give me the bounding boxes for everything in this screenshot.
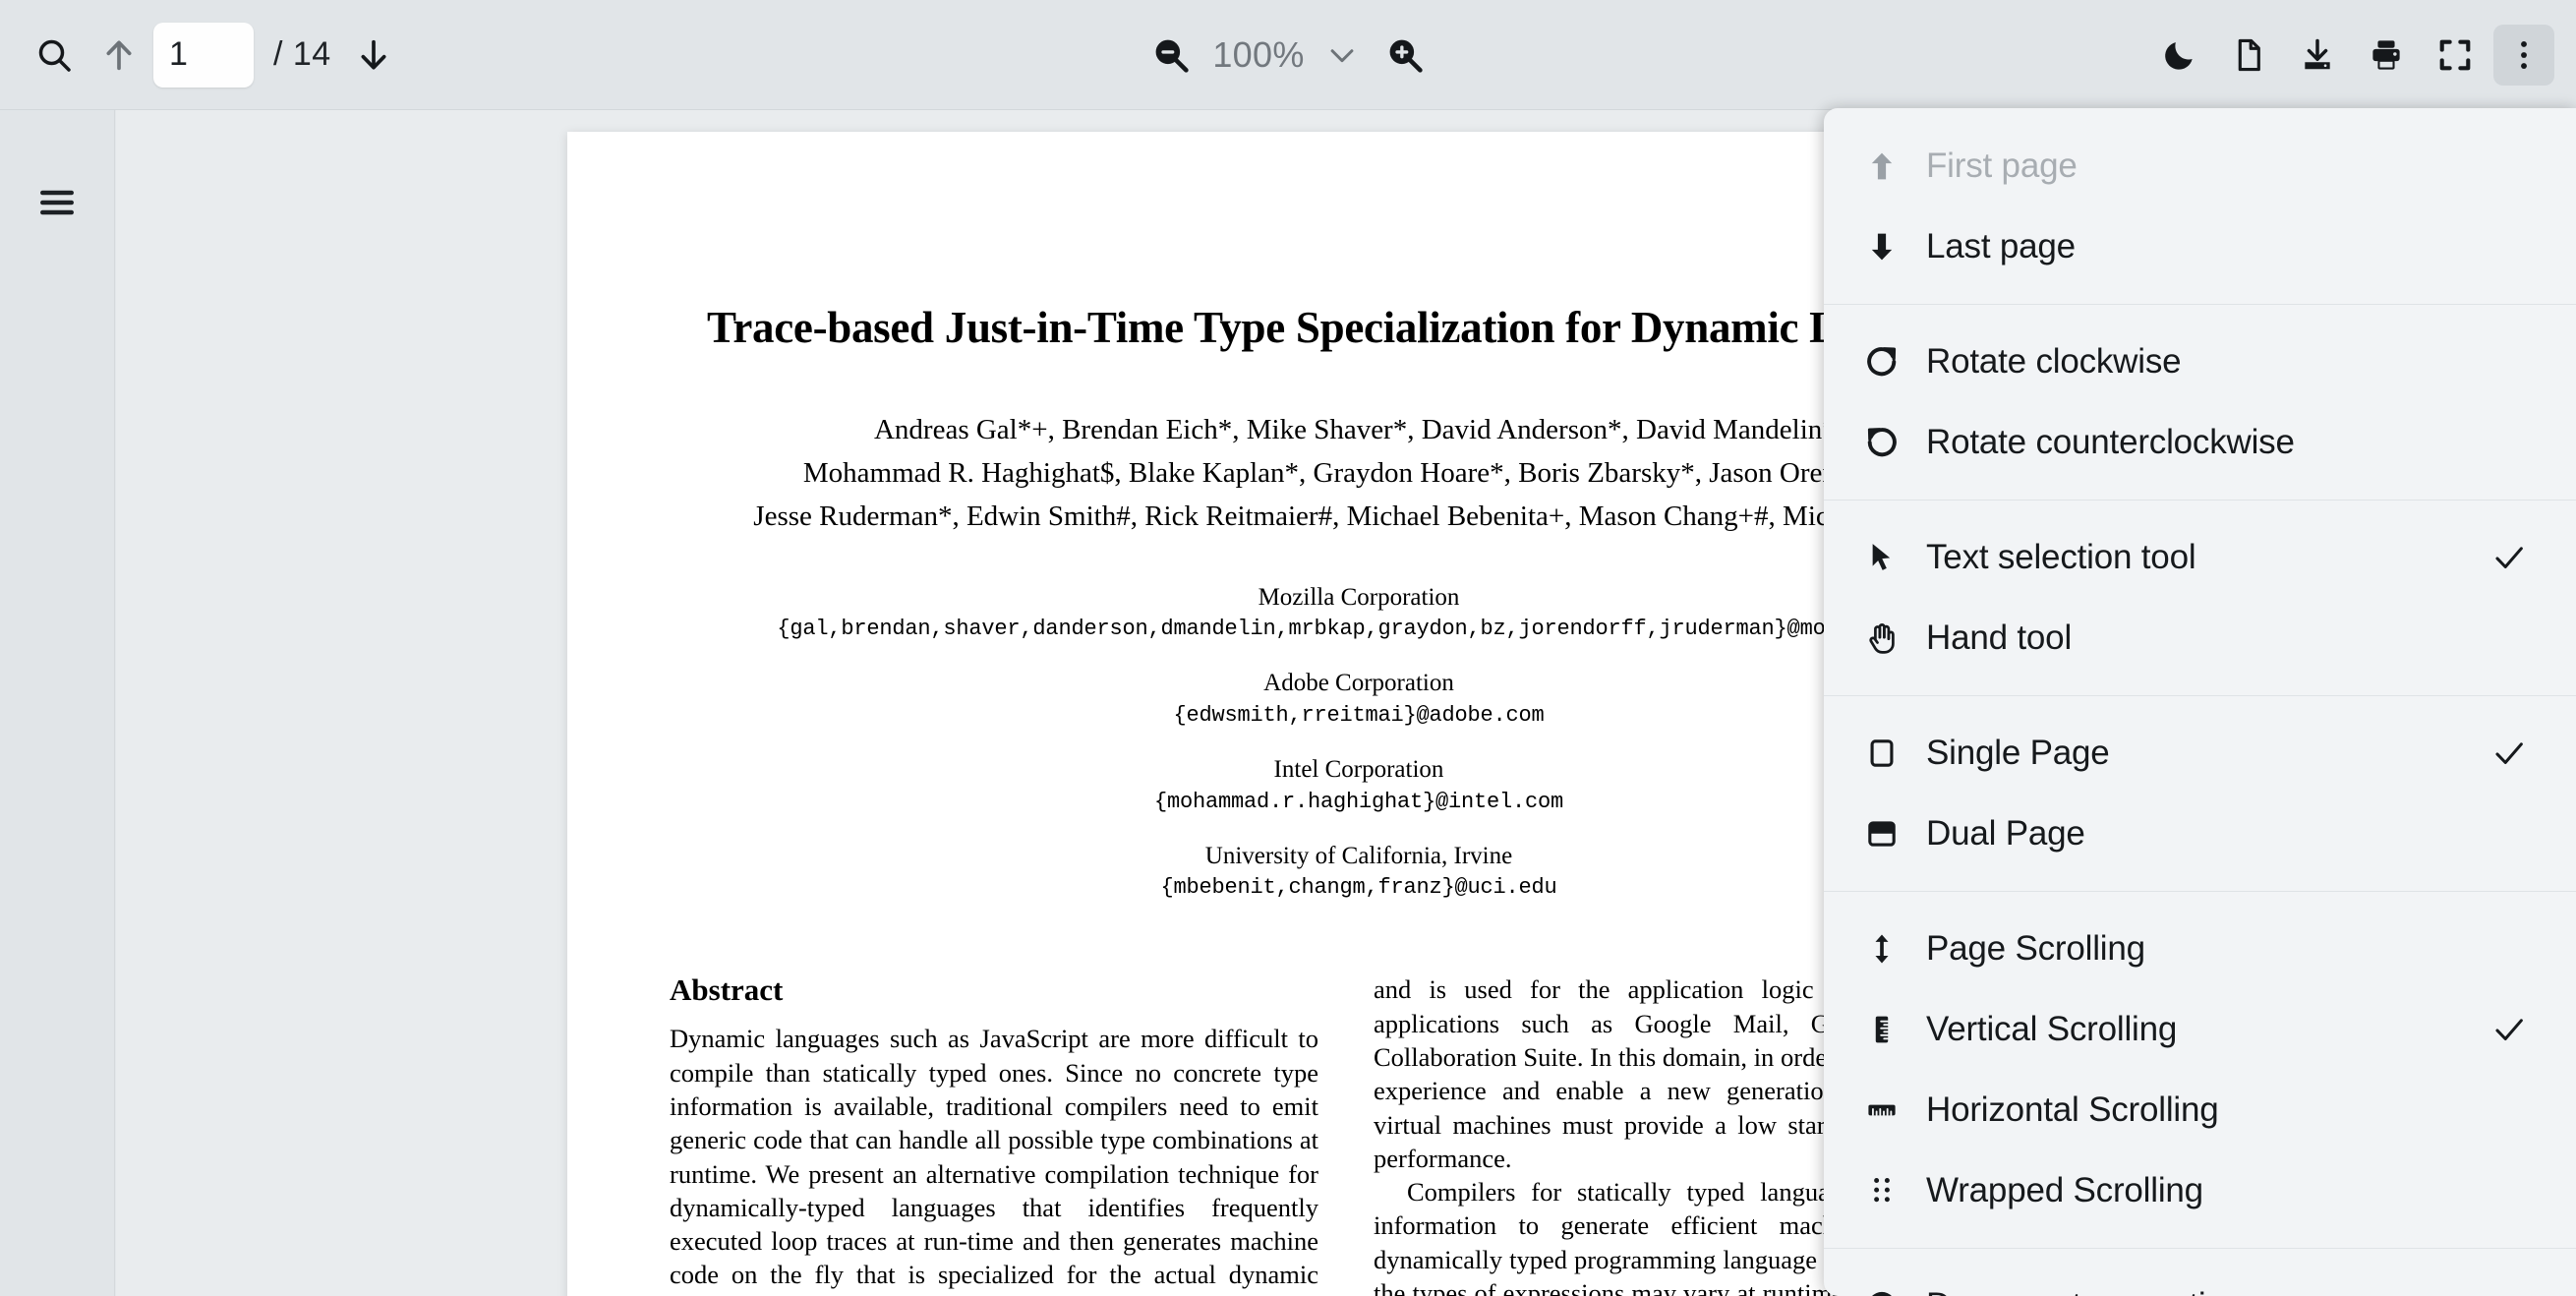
moon-icon[interactable] [2149, 25, 2210, 86]
dual-page-icon [1859, 811, 1904, 856]
menu-item-label: Page Scrolling [1926, 929, 2145, 968]
menu-item-label: Document properties [1926, 1286, 2242, 1296]
more-options-button[interactable] [2493, 24, 2554, 86]
menu-item-label: Wrapped Scrolling [1926, 1171, 2203, 1209]
cursor-arrow-icon [1859, 535, 1904, 580]
hand-icon [1859, 616, 1904, 661]
menu-item-rotate-clockwise[interactable]: Rotate clockwise [1824, 322, 2576, 402]
rotate-counterclockwise-icon [1859, 420, 1904, 465]
next-page-button[interactable] [343, 25, 404, 86]
pdf-viewer-app: / 14 100% [0, 0, 2576, 1296]
menu-item-label: Single Page [1926, 734, 2110, 772]
file-icon[interactable] [2218, 25, 2279, 86]
menu-item-last-page[interactable]: Last page [1824, 206, 2576, 287]
menu-item-rotate-counterclockwise[interactable]: Rotate counterclockwise [1824, 402, 2576, 483]
menu-separator [1824, 891, 2576, 892]
page-scrolling-icon [1859, 926, 1904, 972]
more-options-menu[interactable]: First page Last page Rotate clockwise Ro… [1824, 108, 2576, 1296]
chevron-down-icon[interactable] [1316, 29, 1369, 82]
zoom-in-icon[interactable] [1375, 25, 1435, 86]
menu-item-label: First page [1926, 147, 2078, 185]
page-total-label: / 14 [273, 35, 331, 73]
check-icon [2488, 732, 2531, 775]
menu-separator [1824, 695, 2576, 696]
fullscreen-icon[interactable] [2425, 25, 2486, 86]
check-icon [2488, 1008, 2531, 1051]
menu-item-label: Horizontal Scrolling [1926, 1090, 2219, 1129]
menu-item-label: Rotate clockwise [1926, 342, 2182, 381]
print-icon[interactable] [2356, 25, 2417, 86]
menu-item-text-selection-tool[interactable]: Text selection tool [1824, 517, 2576, 598]
menu-item-vertical-scrolling[interactable]: Vertical Scrolling [1824, 989, 2576, 1070]
toolbar: / 14 100% [0, 0, 2576, 110]
menu-separator [1824, 500, 2576, 501]
menu-item-dual-page[interactable]: Dual Page [1824, 794, 2576, 874]
menu-item-label: Rotate counterclockwise [1926, 423, 2295, 461]
menu-item-horizontal-scrolling[interactable]: Horizontal Scrolling [1824, 1070, 2576, 1150]
menu-item-wrapped-scrolling[interactable]: Wrapped Scrolling [1824, 1150, 2576, 1231]
zoom-out-icon[interactable] [1141, 25, 1201, 86]
check-icon [2488, 536, 2531, 579]
menu-item-first-page[interactable]: First page [1824, 126, 2576, 206]
menu-item-document-properties[interactable]: Document properties [1824, 1266, 2576, 1296]
arrow-down-icon [1859, 224, 1904, 269]
wrapped-scrolling-icon [1859, 1168, 1904, 1213]
search-icon[interactable] [24, 25, 85, 86]
page-number-input[interactable] [153, 22, 254, 88]
menu-item-label: Vertical Scrolling [1926, 1010, 2178, 1048]
rotate-clockwise-icon [1859, 339, 1904, 384]
horizontal-scrolling-icon [1859, 1088, 1904, 1133]
menu-item-label: Text selection tool [1926, 538, 2196, 576]
download-icon[interactable] [2287, 25, 2348, 86]
abstract-text: Dynamic languages such as JavaScript are… [670, 1024, 1318, 1296]
single-page-icon [1859, 731, 1904, 776]
hamburger-icon[interactable] [26, 171, 88, 234]
menu-item-label: Last page [1926, 227, 2076, 265]
toolbar-left-group: / 14 [0, 22, 404, 88]
menu-separator [1824, 304, 2576, 305]
sidebar [0, 110, 115, 1296]
toolbar-right-group [2149, 24, 2554, 86]
previous-page-button[interactable] [88, 25, 149, 86]
zoom-controls: 100% [1141, 25, 1435, 86]
vertical-scrolling-icon [1859, 1007, 1904, 1052]
menu-separator [1824, 1248, 2576, 1249]
arrow-up-icon [1859, 144, 1904, 189]
menu-item-label: Hand tool [1926, 619, 2073, 657]
menu-item-page-scrolling[interactable]: Page Scrolling [1824, 909, 2576, 989]
menu-item-single-page[interactable]: Single Page [1824, 713, 2576, 794]
menu-item-hand-tool[interactable]: Hand tool [1824, 598, 2576, 678]
abstract-heading: Abstract [670, 972, 784, 1008]
zoom-level-label: 100% [1212, 33, 1305, 75]
info-icon [1859, 1283, 1904, 1296]
left-column: Abstract Dynamic languages such as JavaS… [670, 972, 1318, 1296]
menu-item-label: Dual Page [1926, 814, 2085, 853]
